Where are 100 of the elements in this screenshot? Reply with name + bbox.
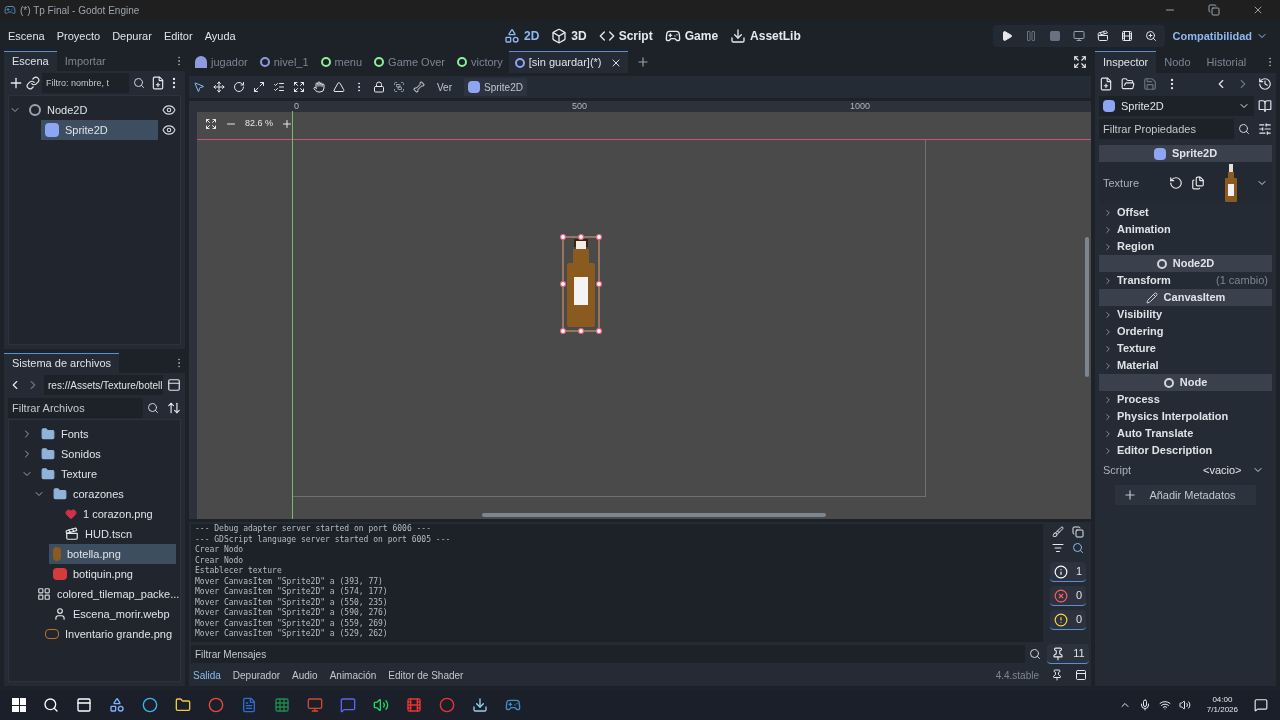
filter-options-icon[interactable] — [1258, 122, 1272, 136]
workspace-tab[interactable]: Game — [664, 27, 719, 45]
new-resource-icon[interactable] — [1099, 77, 1113, 91]
menu-item[interactable]: Depurar — [112, 27, 152, 45]
select-arrow-icon[interactable] — [193, 81, 205, 93]
dock-tab[interactable]: Nodo — [1156, 51, 1199, 73]
bottle-sprite[interactable] — [557, 233, 605, 335]
pin-icon[interactable] — [1051, 669, 1063, 681]
search-icon[interactable] — [133, 77, 145, 89]
filter-toggle[interactable]: 1 — [1049, 562, 1087, 582]
filter-field[interactable]: Filtrar Mensajes — [191, 645, 1025, 663]
scene-tab[interactable]: nivel_1 — [253, 51, 315, 73]
search-icon[interactable] — [147, 402, 159, 414]
docs-icon[interactable] — [1258, 99, 1272, 113]
history-icon[interactable] — [1258, 77, 1272, 91]
save-icon[interactable] — [1143, 77, 1157, 91]
add-icon[interactable] — [8, 75, 24, 91]
expand-panel-icon[interactable] — [1075, 669, 1087, 681]
spreadsheet-icon[interactable] — [274, 697, 290, 713]
close-icon[interactable] — [1252, 4, 1264, 16]
volume-icon[interactable] — [1178, 699, 1191, 711]
revert-icon[interactable] — [1169, 176, 1183, 190]
scale-icon[interactable] — [253, 81, 265, 93]
list-icon[interactable] — [273, 81, 285, 93]
search-icon[interactable] — [1238, 123, 1250, 135]
file-item[interactable]: corazones — [49, 484, 176, 504]
property-group[interactable]: Offset — [1099, 204, 1272, 221]
file-item[interactable]: Inventario grande.png — [40, 624, 176, 644]
bottom-panel-tab[interactable]: Animación — [329, 667, 377, 683]
path-field[interactable]: res://Assets/Texture/botell — [44, 375, 163, 395]
file-item[interactable]: colored_tilemap_packe... — [33, 584, 180, 604]
filter-toggle[interactable]: 11 — [1047, 644, 1089, 664]
property-group[interactable]: Texture — [1099, 340, 1272, 357]
property-group[interactable]: Editor Description — [1099, 442, 1272, 459]
bottle-thumbnail[interactable] — [1224, 164, 1237, 202]
property-group[interactable]: Auto Translate — [1099, 425, 1272, 442]
zoom-icon[interactable] — [1144, 30, 1157, 42]
scene-tab[interactable]: Game Over — [368, 51, 451, 73]
record-icon[interactable] — [439, 697, 455, 713]
scene-tab[interactable]: jugador — [189, 51, 254, 73]
workspace-tab[interactable]: Script — [598, 27, 653, 45]
menu-item[interactable]: Escena — [8, 27, 45, 45]
dock-tab[interactable]: Importar — [56, 51, 114, 71]
visibility-eye-icon[interactable] — [162, 123, 176, 137]
clock[interactable]: 04:00 7/1/2026 — [1206, 695, 1238, 715]
bottom-panel-tab[interactable]: Salida — [193, 667, 221, 683]
notifications-icon[interactable] — [1254, 698, 1268, 712]
film-icon[interactable] — [1120, 30, 1133, 42]
file-item[interactable]: 1 corazon.png — [61, 504, 176, 524]
monitor-icon[interactable] — [1072, 30, 1085, 42]
zoom-level[interactable]: 82.6 % — [245, 117, 274, 131]
center-view-icon[interactable] — [205, 117, 217, 130]
workspace-tab[interactable]: 2D — [504, 27, 540, 45]
renderer-dropdown[interactable]: Compatibilidad — [1168, 27, 1272, 45]
chat-icon[interactable] — [340, 697, 356, 713]
menu-item[interactable]: Ayuda — [204, 27, 236, 45]
bottom-panel-tab[interactable]: Editor de Shader — [388, 667, 464, 683]
script-add-icon[interactable] — [151, 76, 165, 90]
file-item[interactable]: Fonts — [37, 424, 176, 444]
link-icon[interactable] — [26, 76, 40, 90]
move-icon[interactable] — [213, 81, 225, 93]
canvas-viewport[interactable]: 0 500 1000 82.6 % — [189, 101, 1091, 519]
property-group[interactable]: Physics Interpolation — [1099, 408, 1272, 425]
property-group[interactable]: Transform (1 cambio) — [1099, 272, 1272, 289]
hand-icon[interactable] — [313, 81, 325, 93]
bottom-panel-tab[interactable]: Depurador — [232, 667, 281, 683]
file-item[interactable]: HUD.tscn — [61, 524, 176, 544]
add-tab-icon[interactable] — [635, 55, 650, 69]
filter-field[interactable]: Filtrar Propiedades — [1099, 119, 1234, 139]
script-dropdown[interactable]: <vacio> — [1199, 461, 1268, 479]
file-item[interactable]: Sonidos — [37, 444, 176, 464]
menu-item[interactable]: Editor — [163, 27, 193, 45]
node-menu[interactable]: Sprite2D — [464, 78, 527, 96]
filter-field[interactable]: Filtrar Archivos — [8, 398, 143, 418]
task-view-icon[interactable] — [76, 697, 92, 713]
visibility-eye-icon[interactable] — [162, 103, 176, 117]
file-item[interactable]: Escena_morir.webp — [49, 604, 176, 624]
stop-icon[interactable] — [1048, 30, 1061, 42]
property-group[interactable]: Region — [1099, 238, 1272, 255]
filter-field[interactable]: Filtro: nombre, t — [42, 73, 129, 93]
property-group[interactable]: Animation — [1099, 221, 1272, 238]
bone-icon[interactable] — [413, 81, 425, 93]
presentation-icon[interactable] — [307, 697, 323, 713]
clapperboard-icon[interactable] — [1096, 30, 1109, 42]
property-group[interactable]: Material — [1099, 357, 1272, 374]
scene-tab[interactable]: victory — [450, 51, 509, 73]
lock-icon[interactable] — [373, 81, 385, 93]
file-item[interactable]: botiquin.png — [49, 564, 176, 584]
layout-toggle-icon[interactable] — [167, 378, 181, 392]
property-group[interactable]: Ordering — [1099, 323, 1272, 340]
horizontal-scrollbar[interactable] — [482, 513, 826, 517]
fullscreen-icon[interactable] — [1073, 55, 1087, 69]
dock-tab[interactable]: Historial — [1198, 51, 1255, 73]
workspace-tab[interactable]: 3D — [551, 27, 587, 45]
file-item[interactable]: botella.png — [49, 544, 176, 564]
property-group[interactable]: Visibility — [1099, 306, 1272, 323]
folder-icon[interactable] — [175, 697, 191, 713]
restore-icon[interactable] — [1208, 4, 1220, 16]
view-menu[interactable]: Ver — [433, 79, 456, 95]
copy-icon[interactable] — [1072, 526, 1084, 538]
